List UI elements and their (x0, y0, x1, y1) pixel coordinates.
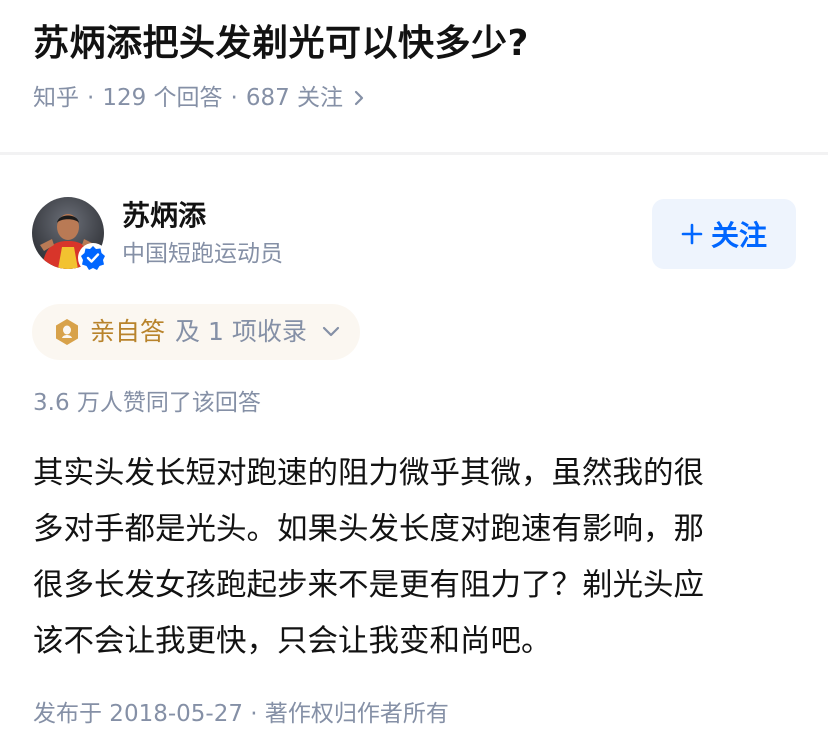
answer-count: 129 个回答 (102, 85, 223, 111)
answer-page: 苏炳添把头发剃光可以快多少? 知乎 · 129 个回答 · 687 关注 苏炳添… (0, 0, 828, 752)
chevron-right-icon[interactable] (353, 88, 365, 108)
avatar[interactable] (32, 197, 108, 273)
self-answer-badge[interactable]: 亲自答 及 1 项收录 (32, 304, 360, 360)
content-line: 很多长发女孩跑起步来不是更有阻力了？剃光头应 (33, 568, 704, 603)
verified-badge-icon (78, 243, 108, 273)
author-name[interactable]: 苏炳添 (122, 198, 206, 234)
content-line: 其实头发长短对跑速的阻力微乎其微，虽然我的很 (33, 456, 704, 491)
content-line: 该不会让我更快，只会让我变和尚吧。 (33, 624, 552, 659)
plus-icon (681, 223, 703, 245)
vote-count: 3.6 万人赞同了该回答 (33, 390, 261, 416)
meta-separator: · (87, 85, 95, 111)
badge-label: 亲自答 (90, 317, 166, 346)
content-line: 多对手都是光头。如果头发长度对跑速有影响，那 (33, 512, 704, 547)
badge-extra: 及 1 项收录 (175, 317, 307, 346)
follow-button[interactable]: 关注 (652, 199, 796, 269)
source-label: 知乎 (33, 85, 79, 111)
question-title[interactable]: 苏炳添把头发剃光可以快多少? (33, 22, 529, 66)
publish-info: 发布于 2018-05-27 · 著作权归作者所有 (33, 701, 449, 727)
section-divider (0, 152, 828, 155)
question-meta[interactable]: 知乎 · 129 个回答 · 687 关注 (33, 82, 365, 114)
author-headline: 中国短跑运动员 (122, 241, 283, 267)
chevron-down-icon (321, 326, 341, 338)
follow-button-label: 关注 (710, 219, 767, 252)
answer-content: 其实头发长短对跑速的阻力微乎其微，虽然我的很 多对手都是光头。如果头发长度对跑速… (33, 446, 803, 670)
hexagon-badge-icon (54, 318, 80, 346)
meta-separator: · (230, 85, 238, 111)
follower-count: 687 关注 (245, 85, 344, 111)
